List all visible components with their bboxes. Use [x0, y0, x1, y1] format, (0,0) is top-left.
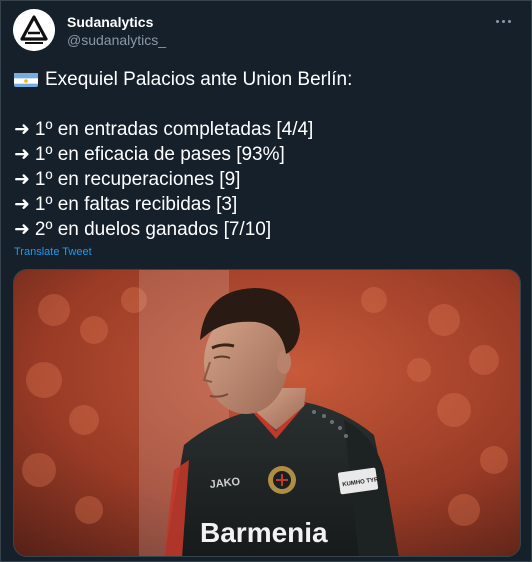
author-display-name[interactable]: Sudanalytics	[67, 14, 153, 30]
triangle-logo-icon	[13, 9, 55, 51]
stat-text: 1º en entradas completadas [4/4]	[34, 119, 314, 140]
translate-tweet-link[interactable]: Translate Tweet	[14, 246, 92, 258]
tweet-card: Sudanalytics @sudanalytics_ Exequiel Pal…	[0, 0, 532, 562]
arrow-icon: ➜	[14, 119, 30, 140]
player-photo: JAKO Barmenia KUMHO TYRE	[14, 270, 520, 556]
tweet-header: Sudanalytics @sudanalytics_	[13, 9, 519, 57]
arrow-icon: ➜	[14, 194, 30, 215]
stat-line: ➜ 2º en duelos ganados [7/10]	[14, 217, 519, 242]
avatar[interactable]	[13, 9, 55, 51]
author-handle[interactable]: @sudanalytics_	[67, 32, 166, 48]
tweet-text: Exequiel Palacios ante Union Berlín: ➜ 1º…	[14, 67, 519, 242]
stat-line: ➜ 1º en eficacia de pases [93%]	[14, 142, 519, 167]
tweet-title-text: Exequiel Palacios ante Union Berlín:	[45, 69, 353, 90]
stat-line: ➜ 1º en recuperaciones [9]	[14, 167, 519, 192]
stat-text: 1º en eficacia de pases [93%]	[34, 144, 285, 165]
stat-text: 1º en recuperaciones [9]	[34, 169, 241, 190]
tweet-title-line: Exequiel Palacios ante Union Berlín:	[14, 67, 519, 92]
tweet-photo[interactable]: JAKO Barmenia KUMHO TYRE	[13, 269, 521, 557]
stat-line: ➜ 1º en faltas recibidas [3]	[14, 192, 519, 217]
kit-sponsor-text: Barmenia	[200, 517, 328, 548]
stat-text: 1º en faltas recibidas [3]	[34, 194, 238, 215]
stat-line: ➜ 1º en entradas completadas [4/4]	[14, 117, 519, 142]
argentina-flag-icon	[14, 71, 38, 87]
arrow-icon: ➜	[14, 144, 30, 165]
club-crest-icon	[268, 466, 296, 494]
stat-text: 2º en duelos ganados [7/10]	[34, 219, 272, 240]
arrow-icon: ➜	[14, 219, 30, 240]
arrow-icon: ➜	[14, 169, 30, 190]
more-options-icon[interactable]	[491, 11, 515, 31]
